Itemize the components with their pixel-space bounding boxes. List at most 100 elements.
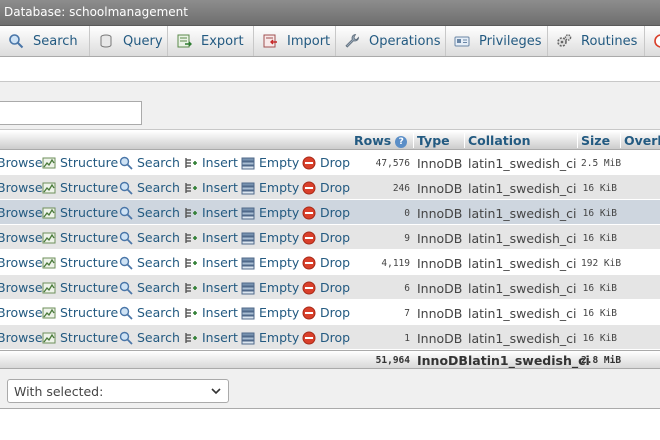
drop-link[interactable]: Drop xyxy=(302,205,350,220)
table-row[interactable]: Browse Structure Search Insert Empty Drop 9 Inn… xyxy=(0,225,660,250)
insert-link[interactable]: Insert xyxy=(184,205,238,220)
search-link[interactable]: Search xyxy=(119,230,180,245)
browse-link[interactable]: Browse xyxy=(0,330,43,345)
header-collation[interactable]: Collation xyxy=(464,133,531,148)
row-count: 9 xyxy=(404,233,410,244)
insert-icon xyxy=(184,231,202,245)
table-row[interactable]: Browse Structure Search Insert Empty Drop 6 Inn… xyxy=(0,275,660,300)
size-unit: KiB xyxy=(599,183,617,194)
insert-link[interactable]: Insert xyxy=(184,305,238,320)
drop-link[interactable]: Drop xyxy=(302,280,350,295)
empty-link[interactable]: Empty xyxy=(241,180,299,195)
browse-link[interactable]: Browse xyxy=(0,305,43,320)
size-value: 16 xyxy=(582,233,595,244)
drop-label: Drop xyxy=(320,255,351,270)
empty-link[interactable]: Empty xyxy=(241,280,299,295)
browse-link[interactable]: Browse xyxy=(0,155,43,170)
insert-icon xyxy=(184,281,202,295)
browse-link[interactable]: Browse xyxy=(0,255,43,270)
size-unit: KiB xyxy=(599,283,617,294)
table-row[interactable]: Browse Structure Search Insert Empty Drop 1 Inn… xyxy=(0,325,660,350)
collation: latin1_swedish_ci xyxy=(468,256,577,271)
browse-link[interactable]: Browse xyxy=(0,230,43,245)
drop-label: Drop xyxy=(320,305,351,320)
engine-type: InnoDB xyxy=(417,281,463,296)
filter-tables-input[interactable] xyxy=(0,101,142,125)
row-count: 246 xyxy=(392,183,410,194)
insert-icon xyxy=(184,156,202,170)
tab-more[interactable] xyxy=(645,26,660,56)
drop-link[interactable]: Drop xyxy=(302,230,350,245)
drop-link[interactable]: Drop xyxy=(302,305,350,320)
tab-import[interactable]: Import xyxy=(254,26,336,56)
structure-link[interactable]: Structure xyxy=(42,305,118,320)
tab-label: Export xyxy=(201,33,244,49)
insert-link[interactable]: Insert xyxy=(184,155,238,170)
search-link[interactable]: Search xyxy=(119,180,180,195)
help-icon[interactable]: ? xyxy=(395,135,408,148)
search-label: Search xyxy=(137,255,180,270)
structure-link[interactable]: Structure xyxy=(42,330,118,345)
tab-privileges[interactable]: Privileges xyxy=(446,26,548,56)
table-row[interactable]: Browse Structure Search Insert Empty Drop 7 Inn… xyxy=(0,300,660,325)
search-link[interactable]: Search xyxy=(119,255,180,270)
size-value: 192 xyxy=(581,258,599,269)
browse-link[interactable]: Browse xyxy=(0,180,43,195)
structure-icon xyxy=(42,206,60,220)
empty-link[interactable]: Empty xyxy=(241,155,299,170)
tab-query[interactable]: Query xyxy=(90,26,168,56)
structure-link[interactable]: Structure xyxy=(42,155,118,170)
table-row[interactable]: Browse Structure Search Insert Empty Drop 4,11… xyxy=(0,250,660,275)
tab-routines[interactable]: Routines xyxy=(548,26,645,56)
import-icon xyxy=(262,33,278,49)
structure-link[interactable]: Structure xyxy=(42,205,118,220)
empty-link[interactable]: Empty xyxy=(241,255,299,270)
insert-link[interactable]: Insert xyxy=(184,230,238,245)
with-selected-dropdown[interactable]: With selected: xyxy=(7,379,229,403)
drop-link[interactable]: Drop xyxy=(302,255,350,270)
structure-link[interactable]: Structure xyxy=(42,180,118,195)
search-link[interactable]: Search xyxy=(119,280,180,295)
empty-link[interactable]: Empty xyxy=(241,305,299,320)
table-row[interactable]: Browse Structure Search Insert Empty Drop 0 Inn… xyxy=(0,200,660,225)
insert-link[interactable]: Insert xyxy=(184,280,238,295)
empty-link[interactable]: Empty xyxy=(241,230,299,245)
drop-link[interactable]: Drop xyxy=(302,155,350,170)
drop-label: Drop xyxy=(320,280,351,295)
table-size: 16 KiB xyxy=(581,183,617,194)
empty-link[interactable]: Empty xyxy=(241,205,299,220)
insert-icon xyxy=(184,331,202,345)
browse-label: Browse xyxy=(0,205,43,220)
total-rows: 51,964 xyxy=(375,355,410,366)
tab-export[interactable]: Export xyxy=(168,26,254,56)
table-row[interactable]: Browse Structure Search Insert Empty Drop 47,5… xyxy=(0,150,660,175)
browse-link[interactable]: Browse xyxy=(0,205,43,220)
header-rows[interactable]: Rows? xyxy=(354,133,408,148)
search-link[interactable]: Search xyxy=(119,305,180,320)
size-value: 16 xyxy=(582,308,595,319)
search-icon xyxy=(119,281,137,295)
insert-link[interactable]: Insert xyxy=(184,255,238,270)
table-row[interactable]: Browse Structure Search Insert Empty Drop 246 I… xyxy=(0,175,660,200)
structure-link[interactable]: Structure xyxy=(42,280,118,295)
size-unit: KiB xyxy=(599,333,617,344)
insert-link[interactable]: Insert xyxy=(184,330,238,345)
header-type[interactable]: Type xyxy=(413,133,450,148)
tab-operations[interactable]: Operations xyxy=(336,26,446,56)
header-overhead[interactable]: Overh xyxy=(620,133,660,148)
drop-link[interactable]: Drop xyxy=(302,180,350,195)
search-link[interactable]: Search xyxy=(119,330,180,345)
header-size[interactable]: Size xyxy=(577,133,610,148)
drop-link[interactable]: Drop xyxy=(302,330,350,345)
structure-link[interactable]: Structure xyxy=(42,255,118,270)
insert-link[interactable]: Insert xyxy=(184,180,238,195)
structure-label: Structure xyxy=(60,280,119,295)
tab-search[interactable]: Search xyxy=(0,26,90,56)
browse-link[interactable]: Browse xyxy=(0,280,43,295)
breadcrumb-database[interactable]: Database: schoolmanagement xyxy=(4,5,188,19)
search-link[interactable]: Search xyxy=(119,205,180,220)
drop-label: Drop xyxy=(320,330,351,345)
empty-link[interactable]: Empty xyxy=(241,330,299,345)
search-link[interactable]: Search xyxy=(119,155,180,170)
structure-link[interactable]: Structure xyxy=(42,230,118,245)
